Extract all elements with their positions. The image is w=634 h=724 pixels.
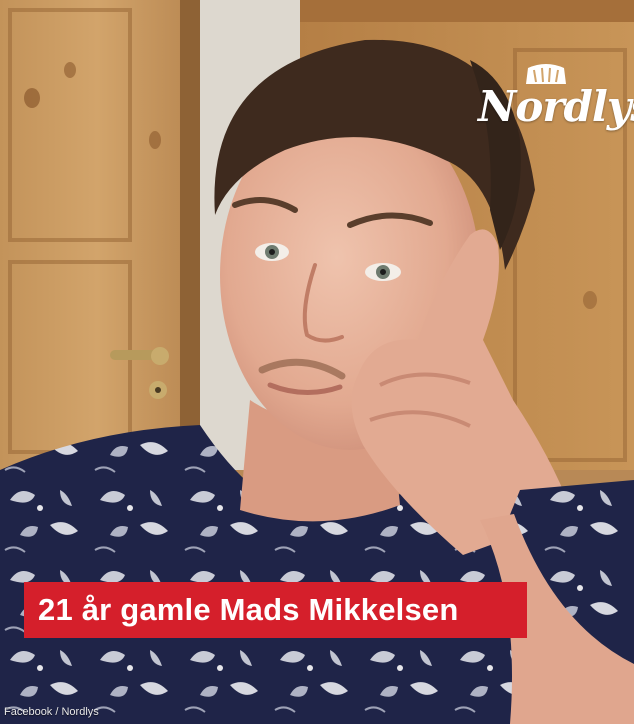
- caption-text: 21 år gamle Mads Mikkelsen: [38, 592, 459, 627]
- logo-text: Nordlys: [478, 82, 634, 131]
- caption-banner: 21 år gamle Mads Mikkelsen: [24, 582, 527, 638]
- video-frame: Nordlys 21 år gamle Mads Mikkelsen Faceb…: [0, 0, 634, 724]
- nordlys-logo: Nordlys: [478, 62, 634, 132]
- photo-credit: Facebook / Nordlys: [4, 706, 99, 718]
